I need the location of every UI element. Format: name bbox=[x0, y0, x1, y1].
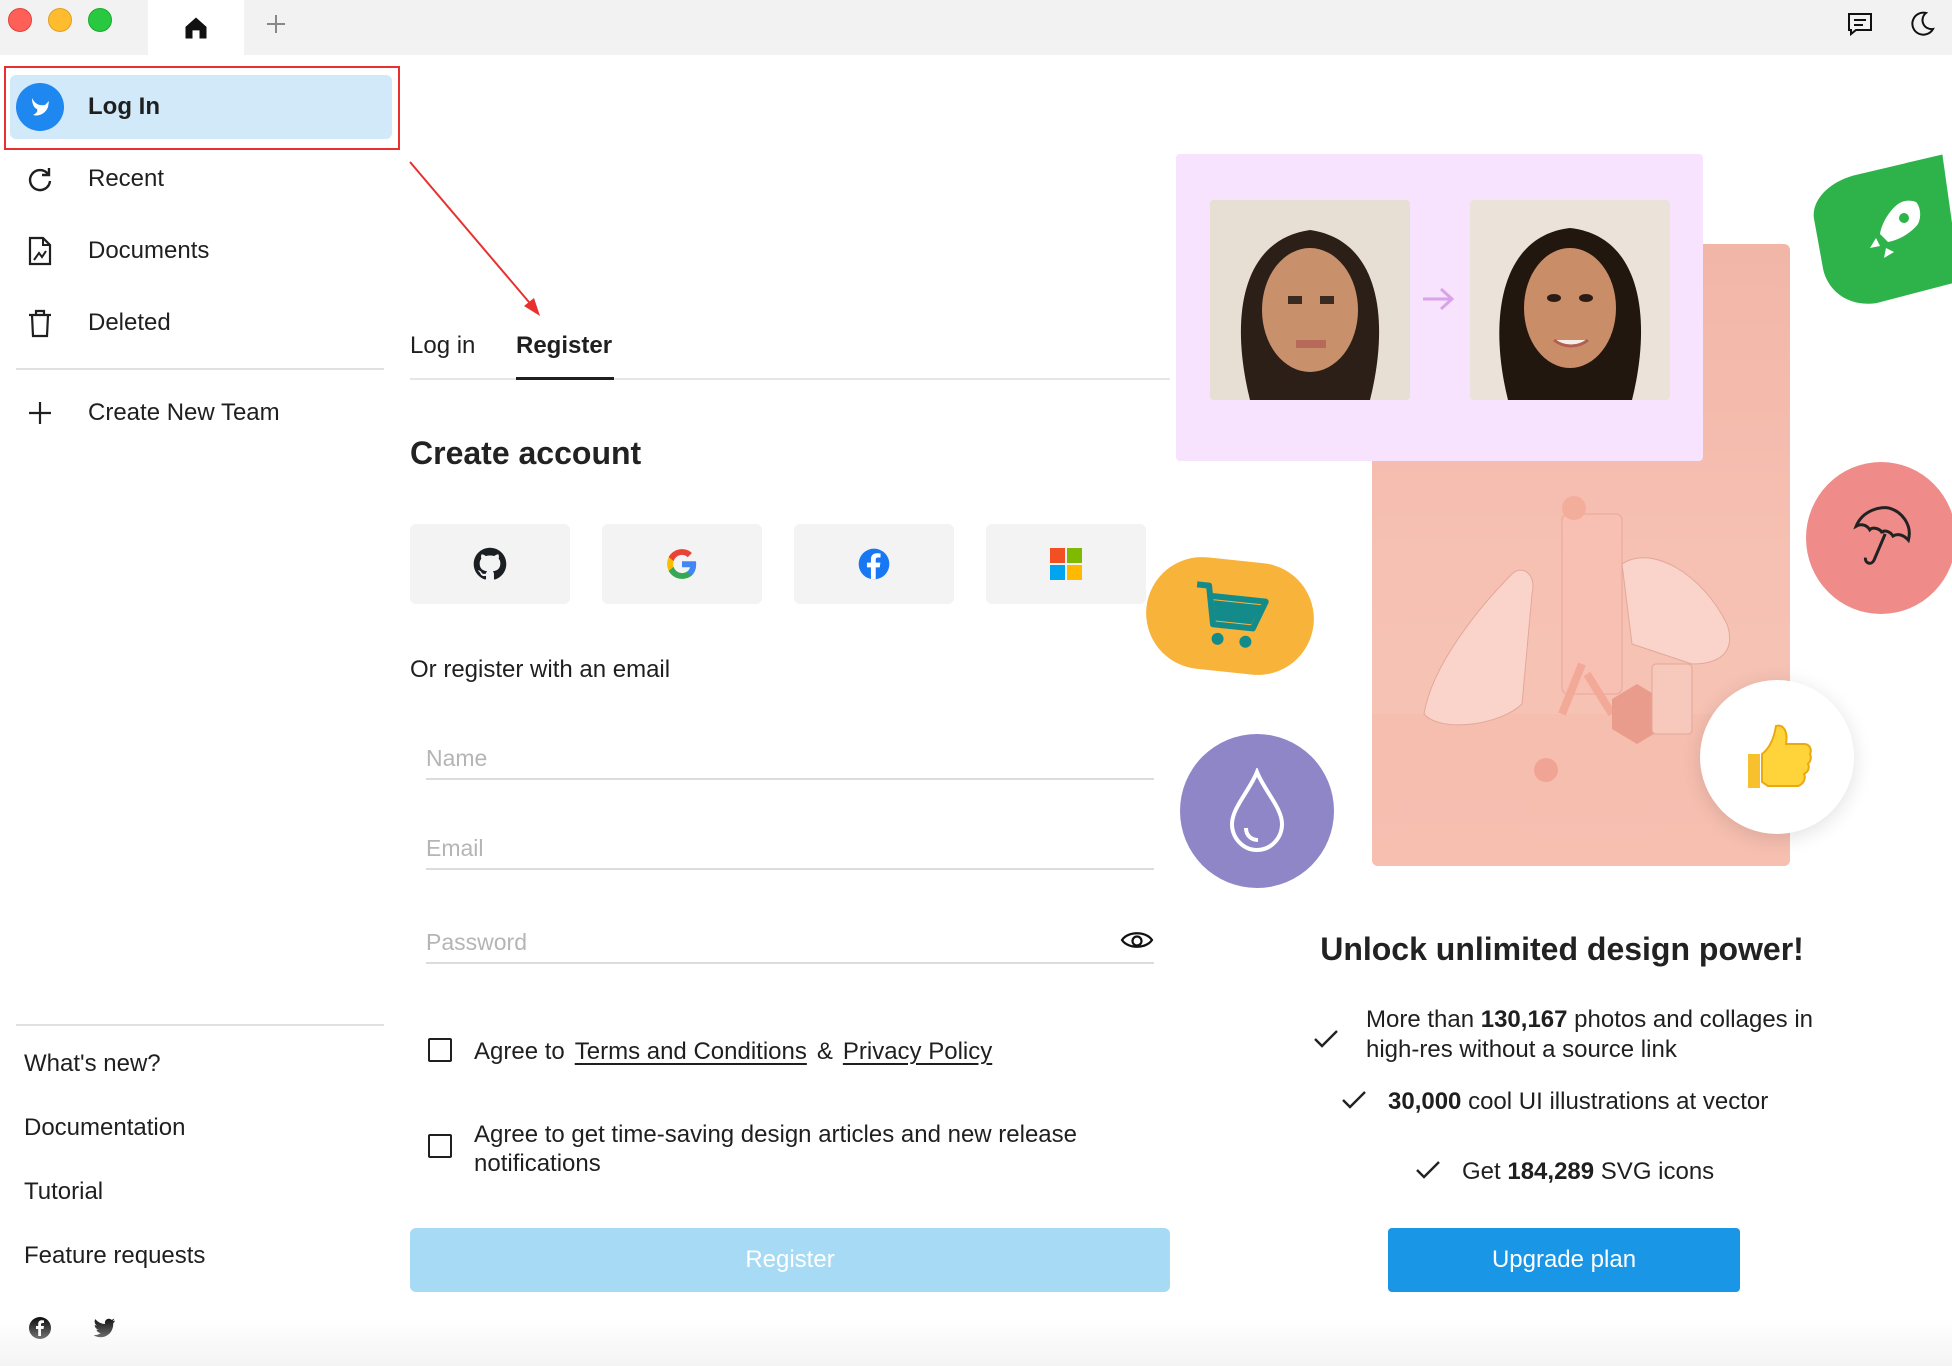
check-icon bbox=[1342, 1091, 1366, 1109]
google-icon bbox=[667, 549, 697, 579]
new-tab-button[interactable] bbox=[256, 0, 296, 48]
refresh-icon bbox=[20, 159, 60, 199]
before-photo bbox=[1210, 200, 1410, 400]
plus-icon bbox=[20, 393, 60, 433]
trash-icon bbox=[20, 303, 60, 343]
document-icon bbox=[20, 231, 60, 271]
minimize-window-button[interactable] bbox=[48, 8, 72, 32]
sidebar-item-documents[interactable]: Documents bbox=[20, 229, 209, 273]
documentation-link[interactable]: Documentation bbox=[24, 1114, 185, 1142]
feature-requests-link[interactable]: Feature requests bbox=[24, 1242, 205, 1270]
github-signup-button[interactable] bbox=[410, 524, 570, 604]
feature-item-icons: Get 184,289 SVG icons bbox=[1414, 1158, 1714, 1186]
sidebar-divider bbox=[16, 1024, 384, 1026]
microsoft-signup-button[interactable] bbox=[986, 524, 1146, 604]
privacy-link[interactable]: Privacy Policy bbox=[843, 1038, 992, 1066]
plus-icon bbox=[267, 15, 285, 33]
sidebar: Log In Recent Documents Deleted Create N… bbox=[0, 55, 400, 1366]
terms-link[interactable]: Terms and Conditions bbox=[575, 1038, 807, 1066]
email-field[interactable] bbox=[426, 835, 1106, 862]
feature-count: 30,000 bbox=[1388, 1088, 1462, 1115]
show-password-eye-icon[interactable] bbox=[1120, 928, 1154, 952]
page-title: Create account bbox=[410, 435, 642, 471]
newsletter-checkbox[interactable] bbox=[428, 1134, 452, 1158]
feature-item-illustrations: 30,000 cool UI illustrations at vector bbox=[1340, 1088, 1768, 1116]
register-button[interactable]: Register bbox=[410, 1228, 1170, 1292]
drop-badge bbox=[1180, 734, 1334, 888]
after-photo bbox=[1470, 200, 1670, 400]
check-icon bbox=[1416, 1161, 1440, 1179]
feature-text: cool UI illustrations at vector bbox=[1468, 1088, 1769, 1115]
thumbs-up-badge bbox=[1700, 680, 1854, 834]
chat-icon bbox=[1848, 13, 1872, 37]
feature-count: 130,167 bbox=[1480, 1006, 1568, 1033]
sidebar-item-label: Recent bbox=[88, 165, 165, 192]
newsletter-label: Agree to get time-saving design articles… bbox=[474, 1121, 1077, 1177]
newsletter-agreement-row: Agree to get time-saving design articles… bbox=[428, 1120, 1148, 1178]
email-field-wrapper bbox=[426, 812, 1154, 870]
google-signup-button[interactable] bbox=[602, 524, 762, 604]
umbrella-icon bbox=[1853, 506, 1911, 565]
close-window-button[interactable] bbox=[8, 8, 32, 32]
feature-count: 184,289 bbox=[1507, 1158, 1595, 1185]
shopping-cart-icon bbox=[1196, 581, 1269, 648]
water-drop-icon bbox=[1229, 768, 1285, 853]
sidebar-item-recent[interactable]: Recent bbox=[20, 157, 164, 201]
home-icon bbox=[185, 17, 207, 38]
cart-badge bbox=[1140, 551, 1320, 681]
maximize-window-button[interactable] bbox=[88, 8, 112, 32]
github-icon bbox=[473, 547, 507, 580]
microsoft-icon bbox=[1050, 548, 1082, 580]
feature-text: More than bbox=[1366, 1006, 1475, 1033]
photo-enhance-card bbox=[1176, 154, 1703, 461]
password-field-wrapper bbox=[426, 906, 1154, 964]
annotation-arrow bbox=[409, 161, 540, 316]
sidebar-item-label: Documents bbox=[88, 237, 210, 264]
title-bar bbox=[0, 0, 1952, 55]
moon-icon bbox=[1911, 11, 1935, 36]
sidebar-divider bbox=[16, 368, 384, 370]
name-field[interactable] bbox=[426, 745, 1106, 772]
check-icon bbox=[1314, 1030, 1338, 1048]
annotation-highlight-box bbox=[4, 66, 400, 150]
name-field-wrapper bbox=[426, 722, 1154, 780]
bottom-fade bbox=[0, 1318, 1952, 1366]
terms-checkbox[interactable] bbox=[428, 1038, 452, 1062]
facebook-signup-button[interactable] bbox=[794, 524, 954, 604]
feature-item-photos: More than 130,167 photos and collages in… bbox=[1312, 1005, 1852, 1065]
create-team-label: Create New Team bbox=[88, 399, 280, 426]
rocket-badge bbox=[1806, 152, 1952, 304]
home-tab[interactable] bbox=[148, 0, 244, 55]
tab-register[interactable]: Register bbox=[516, 332, 612, 360]
arrow-right-icon bbox=[1423, 287, 1455, 311]
password-field[interactable] bbox=[426, 929, 1106, 956]
promo-title: Unlock unlimited design power! bbox=[1320, 931, 1804, 967]
active-tab-indicator bbox=[516, 377, 614, 380]
feature-text: Get bbox=[1462, 1158, 1501, 1185]
feature-text: SVG icons bbox=[1600, 1158, 1715, 1185]
terms-agreement-row: Agree to Terms and Conditions & Privacy … bbox=[428, 1038, 992, 1066]
umbrella-badge bbox=[1806, 462, 1952, 614]
chat-button[interactable] bbox=[1844, 8, 1876, 40]
auth-tabs: Log in Register bbox=[410, 326, 1170, 380]
upgrade-plan-button[interactable]: Upgrade plan bbox=[1388, 1228, 1740, 1292]
thumbs-up-icon bbox=[1748, 724, 1812, 788]
facebook-icon bbox=[858, 548, 890, 580]
sidebar-item-deleted[interactable]: Deleted bbox=[20, 301, 171, 345]
amp-text: & bbox=[816, 1038, 833, 1065]
create-new-team-button[interactable]: Create New Team bbox=[20, 391, 280, 435]
tutorial-link[interactable]: Tutorial bbox=[24, 1178, 103, 1206]
or-register-email-text: Or register with an email bbox=[410, 656, 671, 683]
theme-toggle-button[interactable] bbox=[1906, 8, 1938, 40]
agree-prefix: Agree to bbox=[474, 1038, 565, 1065]
sidebar-item-label: Deleted bbox=[88, 309, 171, 336]
tab-login[interactable]: Log in bbox=[410, 332, 475, 360]
whats-new-link[interactable]: What's new? bbox=[24, 1050, 161, 1078]
